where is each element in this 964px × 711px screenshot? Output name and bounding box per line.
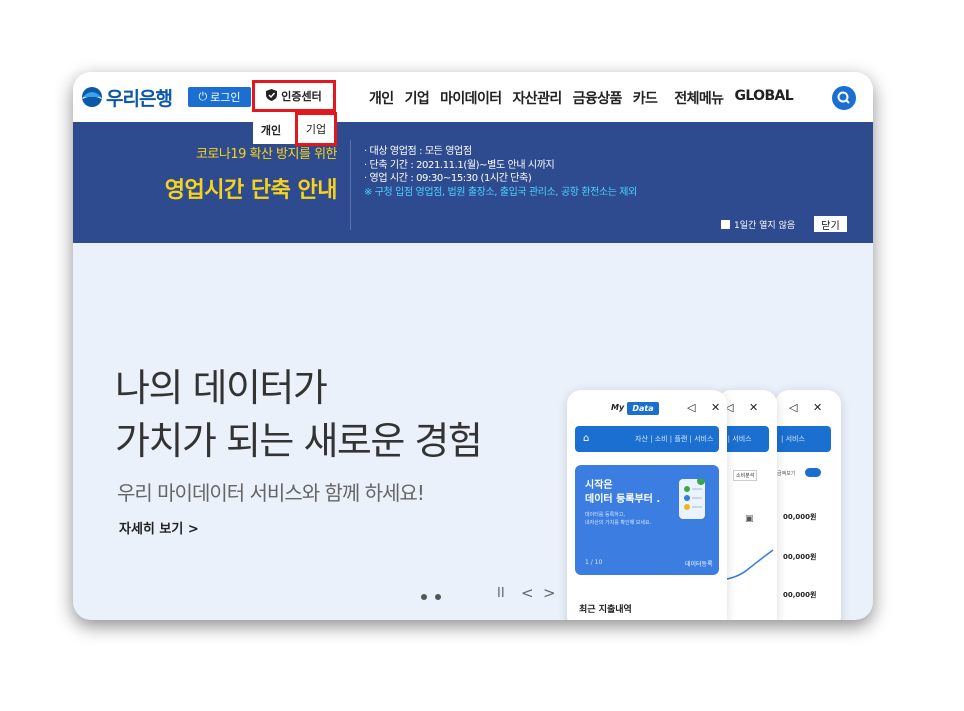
main-nav: 개인 기업 마이데이터 자산관리 금융상품 카드 전체메뉴 GLOBAL — [369, 88, 794, 108]
card-desc-line1: 데이터를 등록하고, — [585, 512, 625, 518]
pause-icon[interactable]: II — [497, 586, 505, 601]
nav-item-mydata[interactable]: 마이데이터 — [440, 88, 502, 108]
data-register-card-title: 시작은 데이터 등록부터 . — [585, 479, 660, 507]
prev-arrow-icon[interactable]: < — [521, 584, 534, 602]
mydata-brand-data: Data — [627, 402, 659, 415]
amount-value: 00,000원 — [783, 513, 817, 521]
hero-more-link[interactable]: 자세히 보기 > — [119, 518, 199, 537]
hero-title-line1: 나의 데이터가 — [115, 366, 328, 410]
nav-item-corporate[interactable]: 기업 — [405, 88, 430, 108]
recent-spending-label: 최근 지출내역 — [579, 605, 632, 615]
notice-details: · 대상 영업점 : 모든 영업점 · 단축 기간 : 2021.11.1(월)… — [364, 145, 637, 199]
mydata-brand-my: My — [611, 403, 625, 412]
cert-dropdown-corporate[interactable]: 기업 — [295, 112, 337, 146]
search-icon — [837, 91, 850, 104]
cert-dropdown-personal[interactable]: 개인 — [253, 122, 289, 138]
card-page-indicator: 1 / 10 — [585, 559, 603, 566]
card-title-line2: 데이터 등록부터 . — [585, 494, 661, 505]
phone-mockup-front: My Data ◁ ✕ ⌂ 자산 | 소비 | 플랜 | 서비스 시작은 데이터… — [567, 390, 727, 620]
nav-item-global[interactable]: GLOBAL — [734, 88, 793, 108]
home-icon: ⌂ — [583, 433, 590, 444]
nav-item-financial-products[interactable]: 금융상품 — [573, 88, 623, 108]
slider-indicators — [421, 594, 441, 600]
phone-middle-header-icons: ◁ ✕ — [725, 401, 765, 414]
browser-frame: 우리은행 ⏻ 로그인 인증센터 개인 기업 마이데이터 자산관리 금융상품 카드… — [73, 72, 873, 620]
phone-front-tabs: 자산 | 소비 | 플랜 | 서비스 — [635, 435, 714, 443]
nav-item-all-menu[interactable]: 전체메뉴 — [674, 88, 724, 108]
nav-item-asset-management[interactable]: 자산관리 — [513, 88, 563, 108]
square-icon: ▣ — [745, 514, 754, 524]
card-register-link: 데이터등록 — [685, 561, 713, 568]
header: 우리은행 ⏻ 로그인 인증센터 개인 기업 마이데이터 자산관리 금융상품 카드… — [73, 72, 873, 122]
phone-front-tab-bar: ⌂ 자산 | 소비 | 플랜 | 서비스 — [575, 426, 719, 452]
cert-center-label: 인증센터 — [281, 90, 322, 103]
slider-dot[interactable] — [435, 594, 441, 600]
amount-value: 00,000원 — [783, 591, 817, 599]
hero-title-line2: 가치가 되는 새로운 경험 — [115, 419, 483, 463]
close-notice-button[interactable]: 닫기 — [814, 216, 847, 232]
card-desc-line2: 내자산의 가치를 확인해 보세요. — [585, 520, 652, 526]
notice-warning: ※ 구청 입점 영업점, 법원 출장소, 출입국 관리소, 공항 환전소는 제외 — [364, 186, 637, 198]
amount-value: 00,000원 — [783, 553, 817, 561]
phone-back-header-icons: ◁ ✕ — [789, 401, 829, 414]
notice-line-hours: · 영업 시간 : 09:30~15:30 (1시간 단축) — [364, 173, 532, 184]
power-icon: ⏻ — [198, 90, 208, 103]
phone-front-header-icons: ◁ ✕ — [687, 401, 727, 414]
card-title-line1: 시작은 — [585, 480, 613, 491]
amount-toggle-label: 금액보기 — [777, 471, 796, 477]
nav-item-personal[interactable]: 개인 — [369, 88, 394, 108]
notice-line-branch: · 대상 영업점 : 모든 영업점 — [364, 146, 472, 157]
amount-toggle — [805, 468, 821, 477]
cert-dropdown: 개인 기업 — [253, 112, 337, 146]
consumption-analysis-chip: 소비분석 — [733, 470, 758, 481]
notice-line-period: · 단축 기간 : 2021.11.1(월)~별도 안내 시까지 — [364, 159, 555, 171]
woori-logo-icon — [81, 86, 103, 108]
logo-text: 우리은행 — [106, 87, 173, 110]
mini-phone-illustration-icon — [679, 477, 705, 519]
logo[interactable]: 우리은행 — [81, 84, 173, 110]
hide-one-day-label: 1일간 열지 않음 — [734, 221, 796, 231]
slider-dot[interactable] — [421, 594, 427, 600]
search-button[interactable] — [832, 86, 856, 110]
phone-back-tab: | 서비스 — [781, 435, 805, 443]
notice-divider — [350, 140, 351, 230]
hide-one-day-option[interactable]: 1일간 열지 않음 — [721, 218, 795, 231]
nav-item-card[interactable]: 카드 — [633, 88, 658, 108]
phone-mockup-back: ◁ ✕ | 서비스 금액보기 00,000원 00,000원 00,000원 — [775, 390, 841, 620]
login-button[interactable]: ⏻ 로그인 — [188, 87, 251, 107]
phone-back-tab-bar: | 서비스 — [775, 426, 831, 452]
hero-subtitle: 우리 마이데이터 서비스와 함께 하세요! — [117, 481, 425, 505]
data-register-card-desc: 데이터를 등록하고, 내자산의 가치를 확인해 보세요. — [585, 511, 651, 527]
hide-one-day-checkbox[interactable] — [721, 220, 730, 229]
notice-banner: 코로나19 확산 방지를 위한 영업시간 단축 안내 · 대상 영업점 : 모든… — [73, 122, 873, 243]
data-register-card: 시작은 데이터 등록부터 . 데이터를 등록하고, 내자산의 가치를 확인해 보… — [575, 465, 719, 575]
login-label: 로그인 — [210, 91, 241, 104]
shield-icon — [266, 88, 278, 104]
notice-title: 영업시간 단축 안내 — [164, 178, 338, 203]
next-arrow-icon[interactable]: > — [543, 584, 556, 602]
cert-center-button[interactable]: 인증센터 — [252, 80, 336, 112]
